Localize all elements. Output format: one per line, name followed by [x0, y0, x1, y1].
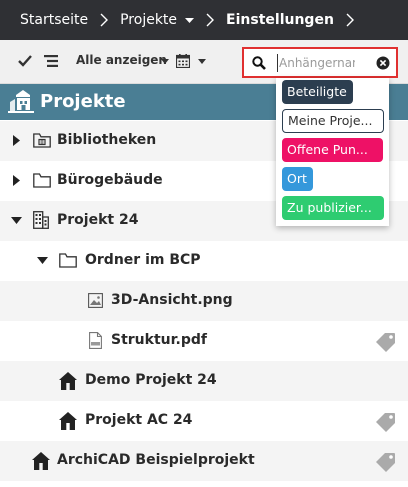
tree-item-projekt-ac-24[interactable]: Projekt AC 24: [0, 401, 408, 441]
tree-item-archicad-beispielprojekt[interactable]: ArchiCAD Beispielprojekt: [0, 441, 408, 481]
chevron-down-icon[interactable]: [37, 257, 48, 264]
tag-option-zu-publizieren[interactable]: Zu publizier...: [282, 196, 384, 220]
tag-search-box: [242, 47, 398, 78]
tag-option-meine-projekte[interactable]: Meine Proje...: [282, 109, 384, 133]
tree-item-label: Bürogebäude: [57, 172, 163, 188]
archicad-project-icon: [32, 452, 50, 470]
folder-icon: [59, 253, 77, 268]
breadcrumb-item-projects[interactable]: Projekte: [120, 12, 195, 28]
list-icon[interactable]: [44, 55, 58, 67]
clear-icon[interactable]: [376, 56, 390, 70]
library-folder-icon: [33, 133, 51, 148]
tag-option-ort[interactable]: Ort: [282, 167, 313, 191]
caret-down-icon[interactable]: [198, 59, 206, 64]
show-all-dropdown[interactable]: Alle anzeigen: [76, 53, 167, 67]
calendar-icon[interactable]: [176, 54, 190, 68]
tag-icon[interactable]: [376, 332, 396, 352]
tag-search-input[interactable]: [277, 54, 355, 72]
tree-item-ordner-im-bcp[interactable]: Ordner im BCP: [0, 241, 408, 281]
pdf-file-icon: [89, 332, 102, 349]
checkmark-icon[interactable]: [18, 55, 32, 67]
tree-item-label: 3D-Ansicht.png: [111, 292, 233, 308]
tree-item-label: Ordner im BCP: [85, 252, 201, 268]
tree-item-label: Bibliotheken: [57, 132, 157, 148]
tag-option-beteiligte[interactable]: Beteiligte: [282, 80, 353, 104]
chevron-right-icon: [194, 0, 226, 40]
breadcrumb-item-settings[interactable]: Einstellungen: [226, 12, 334, 28]
tag-filter-dropdown: Beteiligte Meine Proje... Offene Pun... …: [276, 78, 389, 226]
building-icon: [33, 211, 49, 229]
tree-item-label: Demo Projekt 24: [85, 372, 217, 388]
breadcrumb-item-home[interactable]: Startseite: [20, 12, 88, 28]
breadcrumb: Startseite Projekte Einstellungen: [0, 0, 408, 40]
tree-item-struktur-pdf[interactable]: Struktur.pdf: [0, 321, 408, 361]
breadcrumb-projects-label: Projekte: [120, 12, 178, 28]
chevron-right-icon: [334, 0, 366, 40]
tree-item-3d-ansicht[interactable]: 3D-Ansicht.png: [0, 281, 408, 321]
tag-option-offene-punkte[interactable]: Offene Pun...: [282, 138, 383, 162]
page-title: Projekte: [40, 91, 126, 112]
tree-item-label: Projekt AC 24: [85, 412, 193, 428]
tag-icon[interactable]: [376, 412, 396, 432]
archicad-project-icon: [59, 412, 77, 430]
tree-item-label: ArchiCAD Beispielprojekt: [57, 452, 255, 468]
caret-down-icon[interactable]: [185, 17, 195, 23]
image-file-icon: [88, 293, 103, 308]
search-icon: [252, 56, 266, 70]
tree-item-label: Projekt 24: [57, 212, 139, 228]
caret-down-icon[interactable]: [161, 59, 169, 64]
chevron-right-icon[interactable]: [13, 135, 20, 146]
tag-icon[interactable]: [376, 452, 396, 472]
folder-icon: [33, 173, 51, 188]
projects-icon: [8, 90, 34, 113]
archicad-project-icon: [59, 372, 77, 390]
tree-item-demo-projekt-24[interactable]: Demo Projekt 24: [0, 361, 408, 401]
tree-item-label: Struktur.pdf: [111, 332, 207, 348]
chevron-right-icon: [88, 0, 120, 40]
chevron-right-icon[interactable]: [13, 175, 20, 186]
chevron-down-icon[interactable]: [11, 217, 22, 224]
